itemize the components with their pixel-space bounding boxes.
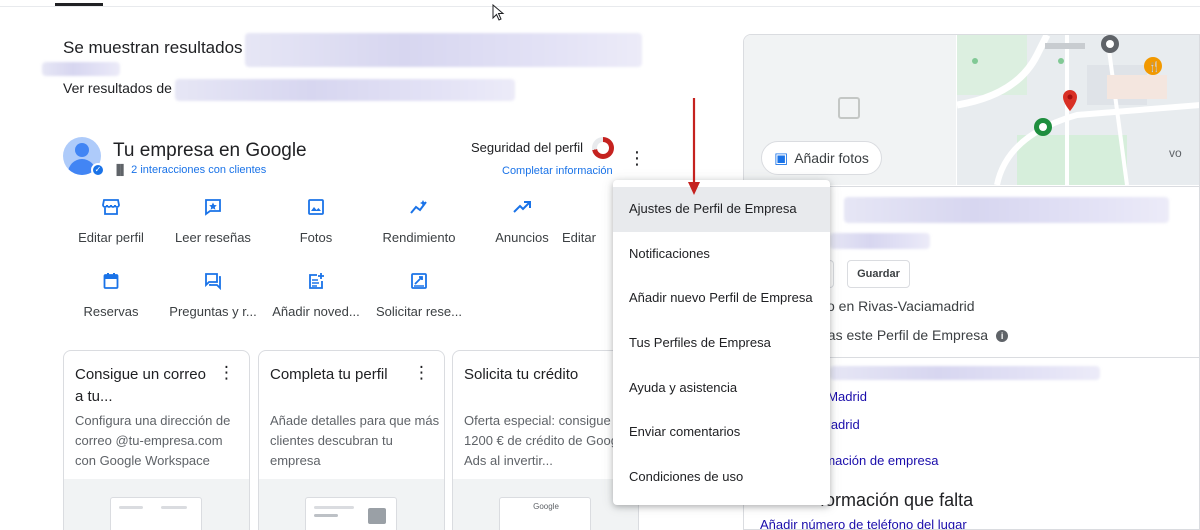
redacted-fragment xyxy=(42,62,120,76)
menu-item-help[interactable]: Ayuda y asistencia xyxy=(613,366,830,411)
map-thumbnail[interactable]: 🍴 vo xyxy=(957,35,1199,185)
action-questions[interactable]: Preguntas y r... xyxy=(163,272,263,319)
storefront-icon xyxy=(61,198,161,220)
complete-info-link[interactable]: Completar información xyxy=(502,165,613,177)
menu-item-add-profile[interactable]: Añadir nuevo Perfil de Empresa xyxy=(613,276,830,321)
action-label: Solicitar rese... xyxy=(376,304,462,319)
action-photos[interactable]: Fotos xyxy=(266,198,366,245)
star-review-icon xyxy=(163,198,263,220)
bar-chart-icon: ▐▌ xyxy=(113,165,128,176)
action-label: Anuncios xyxy=(495,230,549,245)
security-progress-ring[interactable] xyxy=(592,137,614,159)
add-photo-camera-icon: ▣ xyxy=(774,150,789,167)
action-label: Fotos xyxy=(299,230,333,245)
action-performance[interactable]: Rendimiento xyxy=(369,198,469,245)
missing-info-heading: formación que falta xyxy=(820,490,974,510)
verified-check-icon: ✓ xyxy=(91,163,105,177)
action-label: Rendimiento xyxy=(382,230,456,245)
menu-item-notifications[interactable]: Notificaciones xyxy=(613,232,830,277)
performance-icon xyxy=(369,198,469,220)
action-label: Editar perfil xyxy=(78,230,144,245)
card-description: Oferta especial: consigue 1200 € de créd… xyxy=(464,413,629,468)
action-label: Añadir noved... xyxy=(272,304,360,319)
card-more-icon[interactable]: ⋮ xyxy=(413,363,430,383)
card-title: Completa tu perfil xyxy=(270,366,388,383)
menu-item-your-profiles[interactable]: Tus Perfiles de Empresa xyxy=(613,321,830,366)
location-text: vo en Rivas-Vaciamadrid xyxy=(820,298,975,314)
menu-item-terms[interactable]: Condiciones de uso xyxy=(613,455,830,500)
redacted-address xyxy=(830,366,1100,380)
mouse-cursor-icon xyxy=(492,4,505,21)
business-title: Tu empresa en Google xyxy=(113,140,307,161)
photo-icon xyxy=(266,198,366,220)
card-complete-profile[interactable]: Completa tu perfil ⋮ Añade detalles para… xyxy=(258,350,445,530)
action-edit[interactable]: Editar xyxy=(562,198,612,245)
more-options-icon[interactable]: ⋮ xyxy=(628,148,646,168)
divider xyxy=(820,357,1199,358)
menu-item-profile-settings[interactable]: Ajustes de Perfil de Empresa xyxy=(613,187,830,232)
results-heading: Se muestran resultados xyxy=(63,38,243,57)
card-email[interactable]: Consigue un correo a tu... ⋮ Configura u… xyxy=(63,350,250,530)
action-edit-profile[interactable]: Editar perfil xyxy=(61,198,161,245)
image-placeholder-icon xyxy=(838,97,860,119)
see-results-text: Ver resultados de xyxy=(63,80,172,96)
svg-text:🍴: 🍴 xyxy=(1148,60,1160,73)
action-ads[interactable]: Anuncios xyxy=(472,198,572,245)
interactions-link[interactable]: ▐▌ 2 interacciones con clientes xyxy=(113,164,266,176)
google-logo-text: Google xyxy=(533,502,559,511)
save-button[interactable]: Guardar xyxy=(847,260,910,288)
post-add-icon xyxy=(266,272,366,294)
manage-profile-text: nas este Perfil de Empresa i xyxy=(820,327,1009,343)
add-photos-label: Añadir fotos xyxy=(794,150,869,166)
map-label: vo xyxy=(1169,146,1182,160)
action-bookings[interactable]: Reservas xyxy=(61,272,161,319)
redacted-alternative-query[interactable] xyxy=(175,79,515,101)
profile-security-label: Seguridad del perfil xyxy=(471,140,584,155)
action-label: Leer reseñas xyxy=(175,230,251,245)
action-add-update[interactable]: Añadir noved... xyxy=(266,272,366,319)
action-request-reviews[interactable]: Solicitar rese... xyxy=(369,272,469,319)
card-illustration xyxy=(259,479,444,530)
card-description: Añade detalles para que más clientes des… xyxy=(270,413,440,468)
redacted-business-name xyxy=(844,197,1169,223)
card-description: Configura una dirección de correo @tu-em… xyxy=(75,413,231,468)
card-title: Solicita tu crédito xyxy=(464,366,579,383)
request-review-icon xyxy=(369,272,469,294)
photo-placeholder: ▣ Añadir fotos xyxy=(744,35,956,185)
qa-icon xyxy=(163,272,263,294)
card-title: Consigue un correo a tu... xyxy=(75,366,206,405)
active-tab-indicator xyxy=(55,3,103,6)
calendar-icon xyxy=(61,272,161,294)
annotation-arrow-icon xyxy=(688,98,700,195)
top-tab-bar xyxy=(0,3,1200,7)
interactions-text: 2 interacciones con clientes xyxy=(131,164,267,176)
card-illustration: Google xyxy=(453,479,638,530)
card-more-icon[interactable]: ⋮ xyxy=(218,363,235,383)
redacted-query xyxy=(245,33,642,67)
info-icon[interactable]: i xyxy=(996,330,1009,343)
options-menu: Ajustes de Perfil de Empresa Notificacio… xyxy=(613,180,830,505)
business-info-link[interactable]: rmación de empresa xyxy=(820,453,939,468)
add-phone-link[interactable]: Añadir número de teléfono del lugar xyxy=(760,517,967,529)
card-credit[interactable]: Solicita tu crédito Oferta especial: con… xyxy=(452,350,639,530)
action-label: Editar xyxy=(562,230,596,245)
card-illustration xyxy=(64,479,249,530)
action-label: Reservas xyxy=(83,304,139,319)
menu-item-feedback[interactable]: Enviar comentarios xyxy=(613,410,830,455)
action-label: Preguntas y r... xyxy=(169,304,257,319)
manage-profile-label: nas este Perfil de Empresa xyxy=(820,327,989,343)
trending-up-icon xyxy=(472,198,572,220)
edit-icon xyxy=(576,198,612,220)
action-read-reviews[interactable]: Leer reseñas xyxy=(163,198,263,245)
add-photos-button[interactable]: ▣ Añadir fotos xyxy=(761,141,882,175)
redacted-category xyxy=(830,233,930,249)
